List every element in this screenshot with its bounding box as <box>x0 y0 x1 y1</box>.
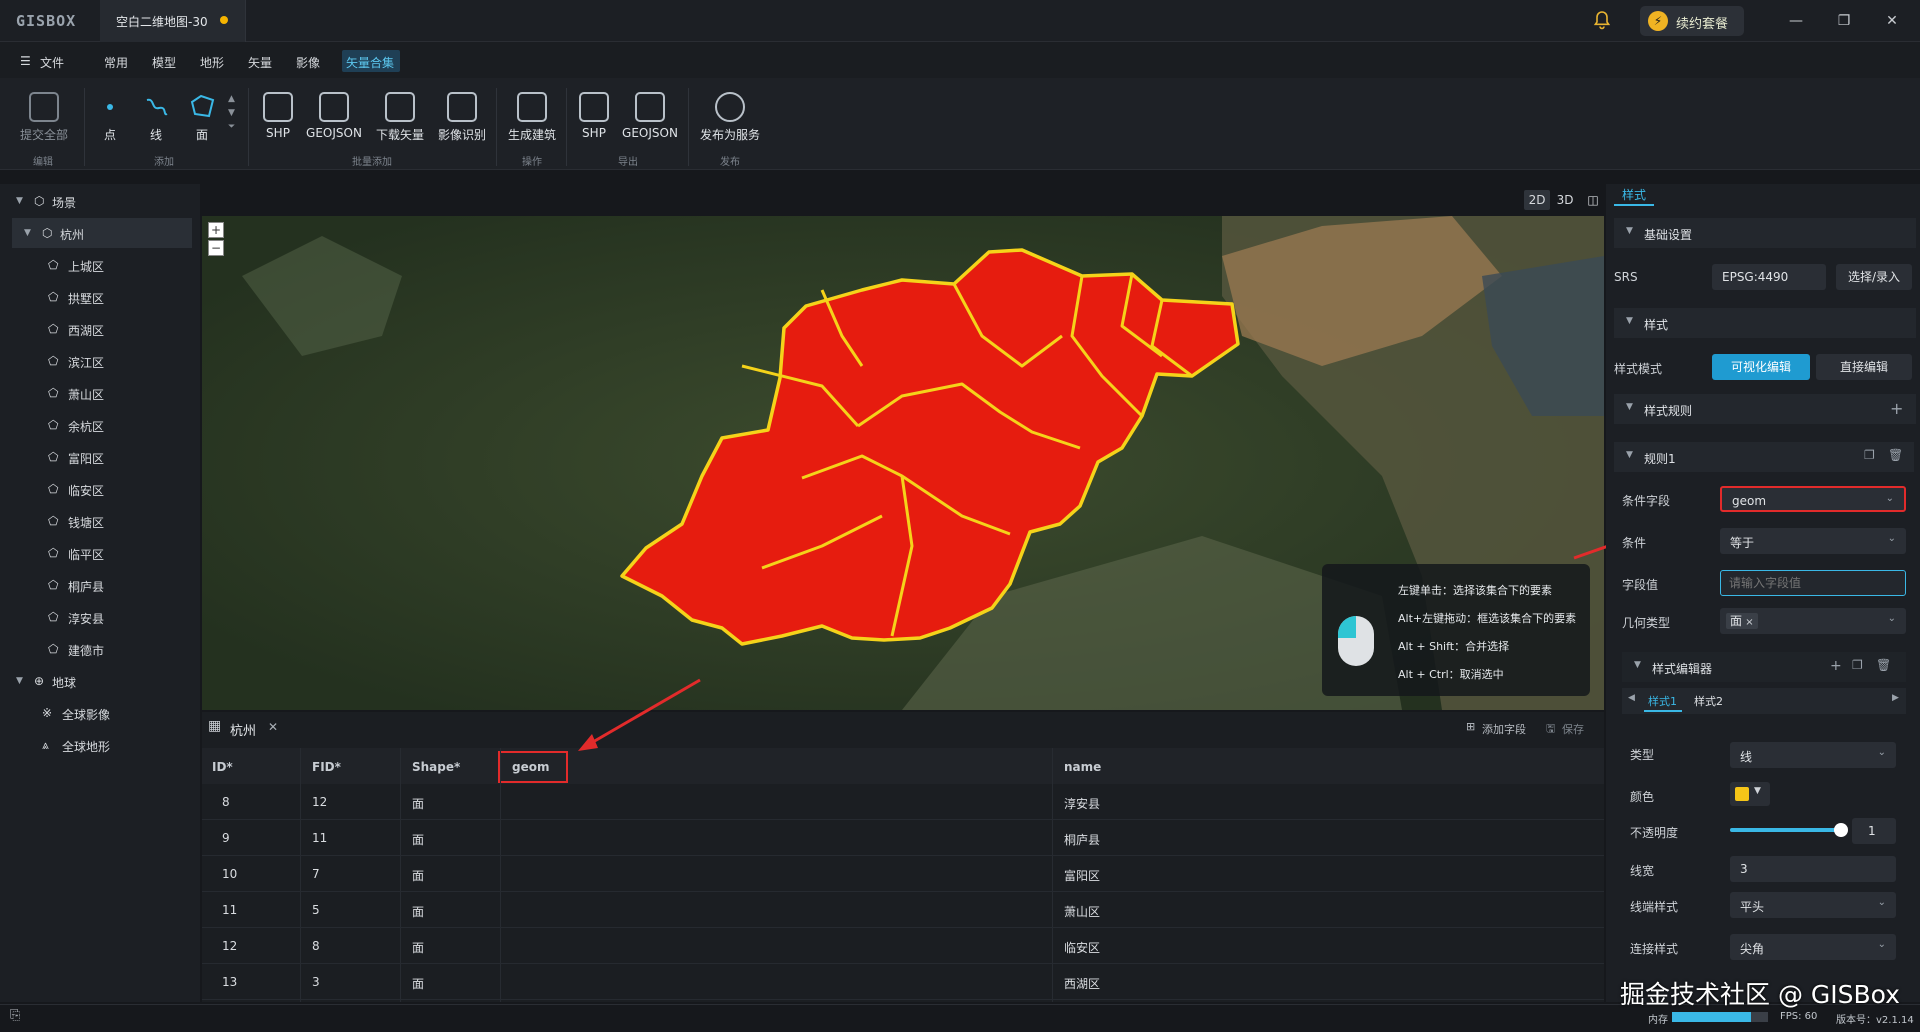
condition-field-label: 条件字段 <box>1622 494 1671 508</box>
opacity-label: 不透明度 <box>1630 826 1679 840</box>
opacity-slider-handle[interactable] <box>1834 823 1848 837</box>
caret-down-icon: ▼ <box>1754 786 1761 796</box>
delete-style-icon[interactable]: 🗑 <box>1876 658 1891 672</box>
style-editor-header[interactable]: ▼ 样式编辑器 <box>1622 652 1906 682</box>
line-join-value: 尖角 <box>1740 942 1765 956</box>
style-mode-label: 样式模式 <box>1614 362 1663 376</box>
direct-edit-button[interactable]: 直接编辑 <box>1816 354 1912 380</box>
copy-rule-icon[interactable]: ❐ <box>1864 448 1875 462</box>
color-label: 颜色 <box>1630 790 1655 804</box>
geometry-type-tag: 面 <box>1730 614 1743 628</box>
type-select[interactable]: 线 ⌄ <box>1730 742 1896 768</box>
delete-rule-icon[interactable]: 🗑 <box>1888 448 1903 462</box>
line-cap-select[interactable]: 平头 ⌄ <box>1730 892 1896 918</box>
srs-select-button[interactable]: 选择/录入 <box>1836 264 1912 290</box>
tab-scroll-right-icon[interactable]: ▶ <box>1892 693 1899 703</box>
field-value-label: 字段值 <box>1622 578 1659 592</box>
condition-label: 条件 <box>1622 536 1647 550</box>
condition-field-value: geom <box>1732 494 1767 508</box>
memory-bar <box>1672 1012 1768 1022</box>
line-width-value: 3 <box>1740 862 1748 876</box>
section-style-rules-label: 样式规则 <box>1644 404 1693 418</box>
chevron-down-icon: ⌄ <box>1885 493 1894 504</box>
add-rule-icon[interactable]: + <box>1890 399 1903 418</box>
line-join-label: 连接样式 <box>1630 942 1679 956</box>
condition-value: 等于 <box>1730 536 1755 550</box>
chevron-down-icon: ⌄ <box>1877 897 1886 908</box>
chevron-down-icon: ⌄ <box>1877 939 1886 950</box>
opacity-slider-fill <box>1730 828 1840 832</box>
geometry-type-select[interactable]: 面 × ⌄ <box>1720 608 1906 634</box>
srs-field[interactable]: EPSG:4490 <box>1712 264 1826 290</box>
line-width-input[interactable]: 3 <box>1730 856 1896 882</box>
watermark: 掘金技术社区 @ GISBox <box>1620 980 1900 1009</box>
section-basic-settings[interactable]: ▼ 基础设置 <box>1614 218 1916 248</box>
log-icon[interactable]: ⎘ <box>10 1008 20 1023</box>
type-label: 类型 <box>1630 748 1655 762</box>
memory-label: 内存 <box>1648 1015 1668 1026</box>
chevron-down-icon: ⌄ <box>1887 613 1896 624</box>
condition-select[interactable]: 等于 ⌄ <box>1720 528 1906 554</box>
style-tab-1-underline <box>1644 710 1682 712</box>
arrow-to-geom-column <box>585 678 701 748</box>
opacity-slider-track[interactable] <box>1730 828 1840 832</box>
version-readout: 版本号：v2.1.14 <box>1836 1015 1914 1026</box>
memory-bar-fill <box>1672 1012 1751 1022</box>
line-width-label: 线宽 <box>1630 864 1655 878</box>
section-style-rules[interactable]: ▼ 样式规则 <box>1614 394 1916 424</box>
chevron-down-icon: ⌄ <box>1877 747 1886 758</box>
fps-readout: FPS: 60 <box>1780 1011 1818 1022</box>
rule1-label: 规则1 <box>1644 452 1676 466</box>
tab-scroll-left-icon[interactable]: ◀ <box>1628 693 1635 703</box>
line-cap-value: 平头 <box>1740 900 1765 914</box>
style-tab[interactable]: 样式 <box>1622 186 1646 203</box>
color-swatch <box>1735 787 1749 801</box>
chevron-down-icon: ⌄ <box>1887 533 1896 544</box>
section-basic-settings-label: 基础设置 <box>1644 228 1693 242</box>
field-value-input[interactable] <box>1720 570 1906 596</box>
opacity-value: 1 <box>1868 824 1876 838</box>
arrowhead <box>578 734 598 751</box>
color-picker[interactable]: ▼ <box>1730 782 1770 806</box>
line-cap-label: 线端样式 <box>1630 900 1679 914</box>
add-style-icon[interactable]: + <box>1830 658 1842 674</box>
geometry-type-label: 几何类型 <box>1622 616 1671 630</box>
section-style-label: 样式 <box>1644 318 1669 332</box>
style-editor-label: 样式编辑器 <box>1652 662 1713 676</box>
section-style[interactable]: ▼ 样式 <box>1614 308 1916 338</box>
copy-style-icon[interactable]: ❐ <box>1852 658 1863 672</box>
line-join-select[interactable]: 尖角 ⌄ <box>1730 934 1896 960</box>
condition-field-select[interactable]: geom ⌄ <box>1720 486 1906 512</box>
visual-edit-button[interactable]: 可视化编辑 <box>1712 354 1810 380</box>
opacity-input[interactable]: 1 <box>1852 818 1896 844</box>
style-tab-1[interactable]: 样式1 <box>1648 693 1677 709</box>
srs-label: SRS <box>1614 270 1638 284</box>
type-value: 线 <box>1740 750 1753 764</box>
style-tab-2[interactable]: 样式2 <box>1694 693 1723 709</box>
srs-value: EPSG:4490 <box>1722 270 1789 284</box>
style-tab-underline <box>1614 204 1654 206</box>
